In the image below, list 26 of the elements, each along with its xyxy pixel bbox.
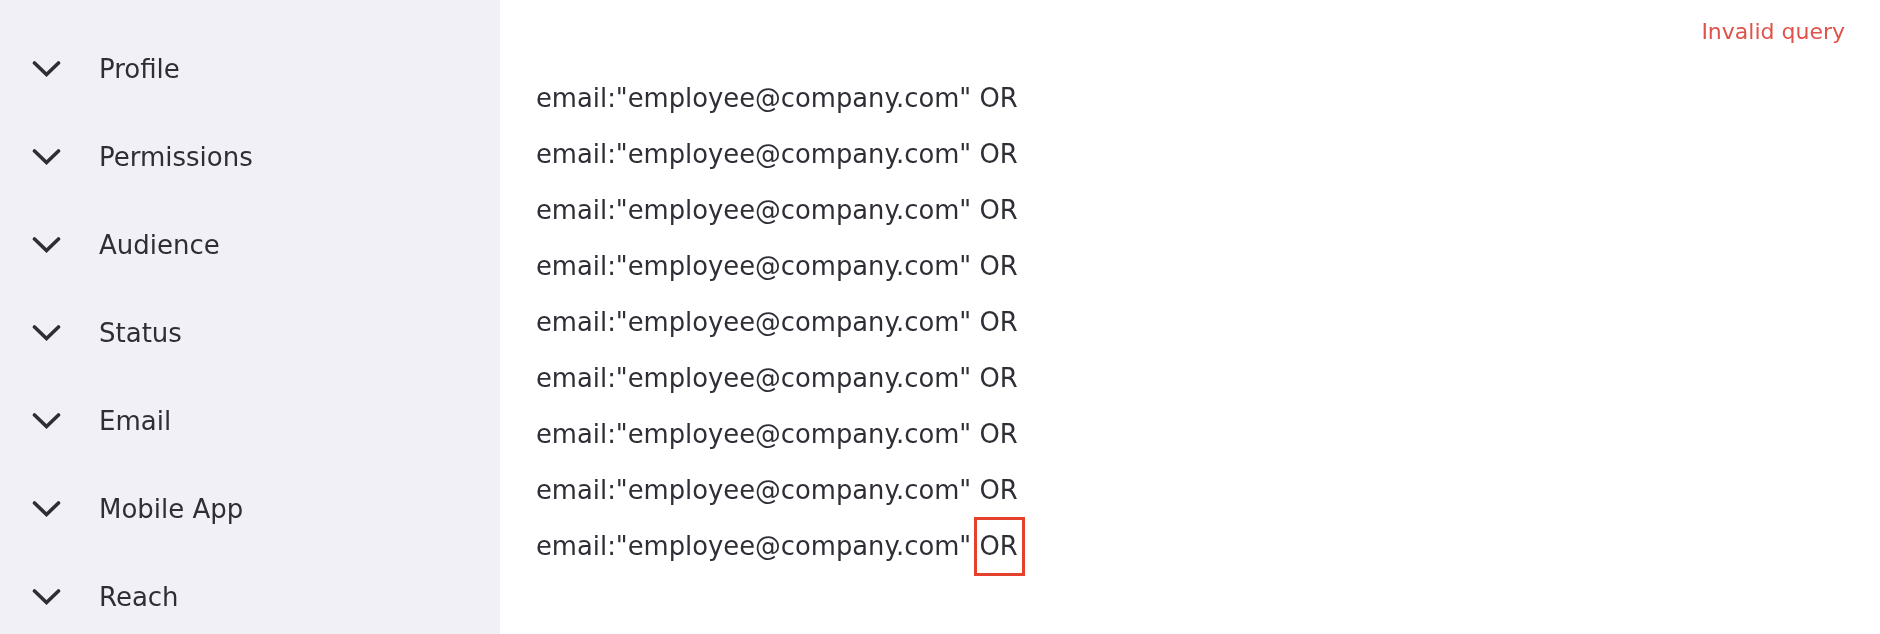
query-term: email:"employee@company.com"	[536, 250, 972, 283]
section-header[interactable]: Mobile App	[32, 489, 244, 529]
query-operator: OR	[979, 82, 1018, 115]
error-message: Invalid query	[1701, 18, 1845, 46]
query-term: email:"employee@company.com"	[536, 82, 972, 115]
section-header[interactable]: Audience	[32, 225, 220, 265]
query-operator: OR	[979, 418, 1018, 451]
section-header[interactable]: Reach	[32, 577, 179, 617]
section-header[interactable]: Email	[32, 401, 172, 441]
section-header[interactable]: Permissions	[32, 137, 253, 177]
query-term: email:"employee@company.com"	[536, 194, 972, 227]
query-operator: OR	[979, 306, 1018, 339]
query-term: email:"employee@company.com"	[536, 138, 972, 171]
query-term: email:"employee@company.com"	[536, 474, 972, 507]
query-operator: OR	[979, 194, 1018, 227]
query-term: email:"employee@company.com"	[536, 418, 972, 451]
query-term: email:"employee@company.com"	[536, 306, 972, 339]
query-operator: OR	[979, 250, 1018, 283]
highlighted-operator: OR	[974, 516, 1025, 576]
section-header[interactable]: Profile	[32, 49, 180, 89]
query-operator: OR	[979, 138, 1018, 171]
query-term: email:"employee@company.com"	[536, 530, 972, 563]
query-operator: OR	[979, 474, 1018, 507]
query-term: email:"employee@company.com"	[536, 362, 972, 395]
query-operator: OR	[979, 362, 1018, 395]
section-header[interactable]: Status	[32, 313, 182, 353]
